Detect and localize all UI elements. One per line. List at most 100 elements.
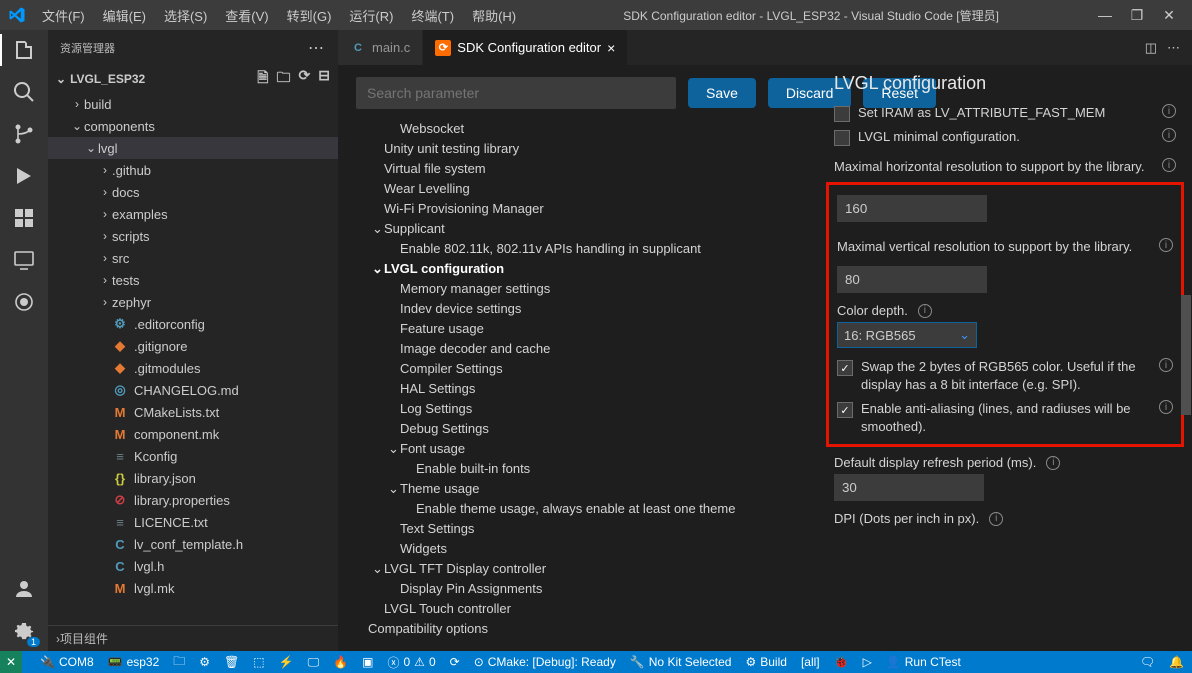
config-tree-item[interactable]: HAL Settings [356, 379, 814, 399]
tree-item[interactable]: ›build [48, 93, 338, 115]
antialias-checkbox[interactable]: ✓ [837, 402, 853, 418]
tree-item[interactable]: ›docs [48, 181, 338, 203]
editor-tab[interactable]: ⟳SDK Configuration editor× [423, 30, 628, 65]
menu-file[interactable]: 文件(F) [34, 2, 93, 29]
config-tree-item[interactable]: Wi-Fi Provisioning Manager [356, 199, 814, 219]
details-scrollbar[interactable] [1178, 35, 1192, 651]
tree-item[interactable]: ◆.gitmodules [48, 357, 338, 379]
status-gear-icon[interactable]: ⚙ [199, 655, 210, 669]
refresh-input[interactable] [834, 474, 984, 501]
extensions-icon[interactable] [12, 206, 36, 230]
menu-help[interactable]: 帮助(H) [464, 2, 524, 29]
status-chip[interactable]: 📟 esp32 [108, 655, 160, 669]
status-launch-icon[interactable]: ▷ [863, 655, 872, 669]
search-icon[interactable] [12, 80, 36, 104]
remote-explorer-icon[interactable] [12, 248, 36, 272]
config-tree-item[interactable]: ⌄Theme usage [356, 479, 814, 499]
tree-item[interactable]: Mcomponent.mk [48, 423, 338, 445]
config-tree-item[interactable]: Text Settings [356, 519, 814, 539]
status-errors-warnings[interactable]: ⓧ 0 ⚠ 0 [387, 654, 435, 671]
config-tree-item[interactable]: Display Pin Assignments [356, 579, 814, 599]
project-header[interactable]: ⌄ LVGL_ESP32 🗎 🗀 ⟳ ⊟ [48, 65, 338, 93]
config-tree-item[interactable]: LVGL Touch controller [356, 599, 814, 619]
config-tree-item[interactable]: Enable theme usage, always enable at lea… [356, 499, 814, 519]
iram-checkbox[interactable] [834, 106, 850, 122]
tree-item[interactable]: ⌄components [48, 115, 338, 137]
espressif-icon[interactable] [12, 290, 36, 314]
menu-view[interactable]: 查看(V) [217, 2, 276, 29]
config-tree-item[interactable]: ⌄Font usage [356, 439, 814, 459]
search-parameter-input[interactable] [356, 77, 676, 109]
explorer-more-icon[interactable]: ⋯ [308, 38, 326, 58]
config-tree-item[interactable]: Image decoder and cache [356, 339, 814, 359]
status-sync-icon[interactable]: ⟳ [450, 655, 460, 669]
config-tree-item[interactable]: Virtual file system [356, 159, 814, 179]
config-tree-item[interactable]: Websocket [356, 119, 814, 139]
config-tree-item[interactable]: Enable 802.11k, 802.11v APIs handling in… [356, 239, 814, 259]
tree-item[interactable]: MCMakeLists.txt [48, 401, 338, 423]
config-tree-item[interactable]: Debug Settings [356, 419, 814, 439]
tree-item[interactable]: ›zephyr [48, 291, 338, 313]
config-tree-item[interactable]: Feature usage [356, 319, 814, 339]
tree-item[interactable]: ›src [48, 247, 338, 269]
tree-item[interactable]: ⚙.editorconfig [48, 313, 338, 335]
hres-input[interactable] [837, 195, 987, 222]
tree-item[interactable]: ≡Kconfig [48, 445, 338, 467]
status-debug-icon[interactable]: 🐞 [834, 655, 849, 669]
sidebar-section-project-components[interactable]: › 项目组件 [48, 625, 338, 651]
source-control-icon[interactable] [12, 122, 36, 146]
settings-gear-icon[interactable]: 1 [12, 619, 36, 643]
menu-go[interactable]: 转到(G) [279, 2, 340, 29]
info-icon[interactable]: i [918, 304, 932, 318]
info-icon[interactable]: i [989, 512, 1003, 526]
status-build-action[interactable]: ⚙ Build [745, 655, 786, 669]
tree-item[interactable]: Clv_conf_template.h [48, 533, 338, 555]
tab-close-icon[interactable]: × [607, 40, 615, 56]
run-debug-icon[interactable] [12, 164, 36, 188]
config-tree-item[interactable]: Memory manager settings [356, 279, 814, 299]
tree-item[interactable]: Mlvgl.mk [48, 577, 338, 599]
new-folder-icon[interactable]: 🗀 [277, 67, 291, 91]
scroll-thumb[interactable] [1181, 295, 1191, 415]
menu-run[interactable]: 运行(R) [341, 2, 401, 29]
info-icon[interactable]: i [1159, 400, 1173, 414]
info-icon[interactable]: i [1046, 456, 1060, 470]
status-trash-icon[interactable]: 🗑 [224, 655, 239, 669]
colordepth-select[interactable]: 16: RGB565 ⌄ [837, 322, 977, 348]
menu-terminal[interactable]: 终端(T) [403, 2, 462, 29]
config-tree-item[interactable]: Widgets [356, 539, 814, 559]
status-cmake[interactable]: ⊙ CMake: [Debug]: Ready [474, 655, 616, 669]
minimal-checkbox[interactable] [834, 130, 850, 146]
config-tree-item[interactable]: ⌄Supplicant [356, 219, 814, 239]
tree-item[interactable]: ›.github [48, 159, 338, 181]
tree-item[interactable]: ◎CHANGELOG.md [48, 379, 338, 401]
vres-input[interactable] [837, 266, 987, 293]
collapse-all-icon[interactable]: ⊟ [318, 67, 330, 91]
config-tree-item[interactable]: ⌄LVGL configuration [356, 259, 814, 279]
tree-item[interactable]: ≡LICENCE.txt [48, 511, 338, 533]
status-fire-icon[interactable]: 🔥 [333, 655, 348, 669]
status-folder-icon[interactable]: 🗀 [173, 652, 185, 673]
tree-item[interactable]: Clvgl.h [48, 555, 338, 577]
status-com-port[interactable]: 🔌 COM8 [40, 655, 94, 669]
status-build-target[interactable]: [all] [801, 655, 820, 669]
menu-selection[interactable]: 选择(S) [156, 2, 215, 29]
tree-item[interactable]: ›examples [48, 203, 338, 225]
window-maximize-icon[interactable]: ❐ [1130, 7, 1144, 24]
remote-indicator[interactable]: ✕ [0, 651, 22, 673]
status-ctest[interactable]: 👤 Run CTest [886, 655, 961, 669]
refresh-icon[interactable]: ⟳ [299, 67, 311, 91]
tree-item[interactable]: ›tests [48, 269, 338, 291]
status-feedback-icon[interactable]: 🗨 [1140, 655, 1155, 669]
explorer-icon[interactable] [12, 38, 36, 62]
config-tree-item[interactable]: Enable built-in fonts [356, 459, 814, 479]
new-file-icon[interactable]: 🗎 [257, 67, 268, 91]
tree-item[interactable]: ⌄lvgl [48, 137, 338, 159]
tree-item[interactable]: ◆.gitignore [48, 335, 338, 357]
config-tree-item[interactable]: Compatibility options [356, 619, 814, 639]
config-tree-item[interactable]: Indev device settings [356, 299, 814, 319]
tree-item[interactable]: ⊘library.properties [48, 489, 338, 511]
config-tree-item[interactable]: ⌄LVGL TFT Display controller [356, 559, 814, 579]
editor-tab[interactable]: Cmain.c [338, 30, 423, 65]
window-minimize-icon[interactable]: ― [1098, 7, 1112, 24]
